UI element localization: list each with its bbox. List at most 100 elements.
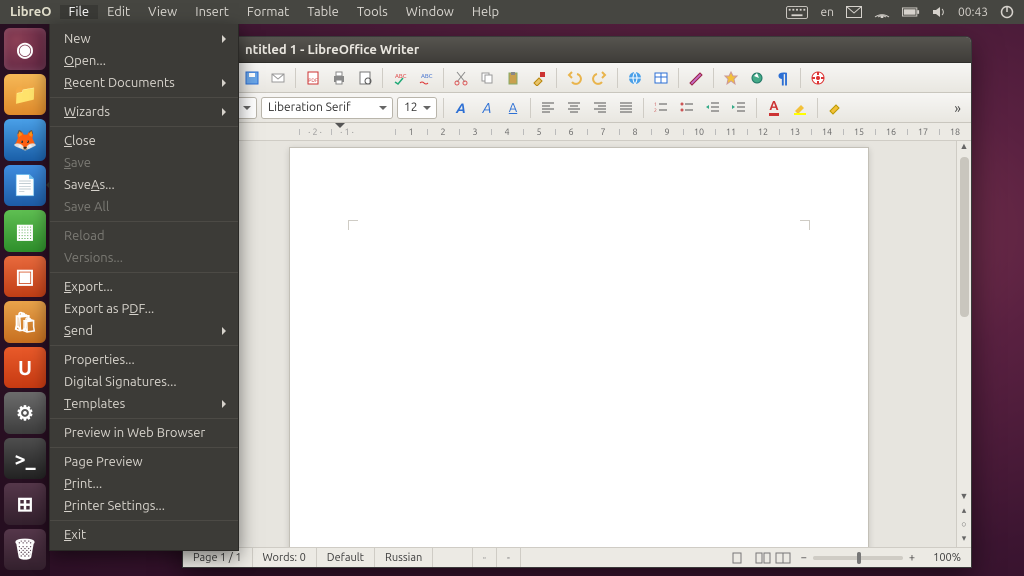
menu-help[interactable]: Help xyxy=(463,5,508,19)
sound-icon[interactable] xyxy=(932,6,946,18)
file-menu-properties[interactable]: Properties... xyxy=(50,349,238,371)
status-signature[interactable] xyxy=(497,548,521,567)
redo-button[interactable] xyxy=(589,67,611,89)
battery-icon[interactable] xyxy=(902,7,920,17)
font-size-combo[interactable]: 12 xyxy=(397,97,437,119)
menu-view[interactable]: View xyxy=(139,5,186,19)
font-name-combo[interactable]: Liberation Serif xyxy=(261,97,393,119)
launcher-swcenter[interactable]: 🛍 xyxy=(4,301,46,343)
session-icon[interactable] xyxy=(1000,5,1014,19)
copy-button[interactable] xyxy=(476,67,498,89)
keyboard-lang[interactable]: en xyxy=(820,6,833,19)
align-center-button[interactable] xyxy=(563,97,585,119)
save-button[interactable] xyxy=(241,67,263,89)
launcher-ubone[interactable]: U xyxy=(4,347,46,389)
launcher-trash[interactable]: 🗑 xyxy=(4,529,46,571)
keyboard-indicator[interactable] xyxy=(786,6,808,19)
zoom-slider[interactable]: − + xyxy=(793,552,923,564)
status-insert-mode[interactable] xyxy=(433,548,473,567)
file-menu-printer-settings[interactable]: Printer Settings... xyxy=(50,495,238,517)
bullet-list-button[interactable] xyxy=(676,97,698,119)
file-menu-preview-in-web-browser[interactable]: Preview in Web Browser xyxy=(50,422,238,444)
view-layout-book[interactable] xyxy=(773,548,793,567)
file-menu-save-as[interactable]: Save As... xyxy=(50,174,238,196)
launcher-firefox[interactable]: 🦊 xyxy=(4,119,46,161)
more-options-button[interactable] xyxy=(824,97,846,119)
file-menu-templates[interactable]: Templates xyxy=(50,393,238,415)
find-button[interactable] xyxy=(720,67,742,89)
nonprinting-button[interactable]: ¶ xyxy=(772,67,794,89)
hyperlink-button[interactable] xyxy=(624,67,646,89)
scroll-thumb[interactable] xyxy=(960,157,969,317)
scroll-dbl-down-icon[interactable]: ▾ xyxy=(962,533,967,547)
file-menu-digital-signatures[interactable]: Digital Signatures... xyxy=(50,371,238,393)
file-menu-new[interactable]: New xyxy=(50,28,238,50)
file-menu-recent-documents[interactable]: Recent Documents xyxy=(50,72,238,94)
undo-button[interactable] xyxy=(563,67,585,89)
menu-insert[interactable]: Insert xyxy=(186,5,238,19)
launcher-dash[interactable]: ◉ xyxy=(4,28,46,70)
scroll-up-icon[interactable]: ▲ xyxy=(960,141,969,155)
document-page[interactable] xyxy=(289,147,869,547)
scroll-down-icon[interactable]: ▼ xyxy=(960,491,969,505)
file-menu-close[interactable]: Close xyxy=(50,130,238,152)
page-preview-button[interactable] xyxy=(354,67,376,89)
help-button[interactable] xyxy=(807,67,829,89)
view-layout-single[interactable] xyxy=(721,548,753,567)
zoom-level[interactable]: 100% xyxy=(923,548,971,567)
window-titlebar[interactable]: ntitled 1 - LibreOffice Writer xyxy=(183,37,971,63)
font-color-button[interactable]: A xyxy=(763,97,785,119)
launcher-impress[interactable]: ▣ xyxy=(4,256,46,298)
spellcheck-button[interactable]: ABC xyxy=(389,67,411,89)
paste-button[interactable] xyxy=(502,67,524,89)
launcher-calc[interactable]: ▦ xyxy=(4,210,46,252)
scroll-dbl-up-icon[interactable]: ▴ xyxy=(962,505,967,519)
view-layout-multi[interactable] xyxy=(753,548,773,567)
highlight-button[interactable] xyxy=(789,97,811,119)
format-paintbrush-button[interactable] xyxy=(528,67,550,89)
menu-window[interactable]: Window xyxy=(397,5,463,19)
vertical-scrollbar[interactable]: ▲ ▼ ▴ ○ ▾ xyxy=(956,141,971,547)
numbered-list-button[interactable]: 12 xyxy=(650,97,672,119)
launcher-files[interactable]: 📁 xyxy=(4,74,46,116)
launcher-terminal[interactable]: >_ xyxy=(4,438,46,480)
document-viewport[interactable] xyxy=(201,141,956,547)
menu-file[interactable]: File xyxy=(60,5,99,19)
menu-edit[interactable]: Edit xyxy=(98,5,139,19)
table-button[interactable] xyxy=(650,67,672,89)
print-button[interactable] xyxy=(328,67,350,89)
decrease-indent-button[interactable] xyxy=(702,97,724,119)
file-menu-export[interactable]: Export... xyxy=(50,276,238,298)
pdf-export-button[interactable]: PDF xyxy=(302,67,324,89)
email-button[interactable] xyxy=(267,67,289,89)
auto-spellcheck-button[interactable]: ABC xyxy=(415,67,437,89)
status-words[interactable]: Words: 0 xyxy=(253,548,317,567)
scroll-target-icon[interactable]: ○ xyxy=(961,519,966,533)
launcher-settings[interactable]: ⚙ xyxy=(4,392,46,434)
launcher-wswitch[interactable]: ⊞ xyxy=(4,483,46,525)
zoom-out-icon[interactable]: − xyxy=(801,552,807,564)
align-right-button[interactable] xyxy=(589,97,611,119)
show-draw-button[interactable] xyxy=(685,67,707,89)
network-icon[interactable] xyxy=(874,6,890,18)
status-language[interactable]: Russian xyxy=(375,548,433,567)
bold-button[interactable]: A xyxy=(450,97,472,119)
horizontal-ruler[interactable]: · 2 ·· 1 ·123456789101112131415161718 xyxy=(183,123,971,141)
status-selection-mode[interactable] xyxy=(473,548,497,567)
file-menu-wizards[interactable]: Wizards xyxy=(50,101,238,123)
increase-indent-button[interactable] xyxy=(728,97,750,119)
file-menu-page-preview[interactable]: Page Preview xyxy=(50,451,238,473)
clock[interactable]: 00:43 xyxy=(958,6,988,19)
file-menu-open[interactable]: Open... xyxy=(50,50,238,72)
italic-button[interactable]: A xyxy=(476,97,498,119)
underline-button[interactable]: A xyxy=(502,97,524,119)
align-left-button[interactable] xyxy=(537,97,559,119)
align-justify-button[interactable] xyxy=(615,97,637,119)
file-menu-send[interactable]: Send xyxy=(50,320,238,342)
launcher-writer[interactable]: 📄 xyxy=(4,165,46,207)
menu-table[interactable]: Table xyxy=(298,5,348,19)
mail-icon[interactable] xyxy=(846,6,862,18)
menu-tools[interactable]: Tools xyxy=(348,5,397,19)
file-menu-exit[interactable]: Exit xyxy=(50,524,238,546)
file-menu-export-as-pdf[interactable]: Export as PDF... xyxy=(50,298,238,320)
